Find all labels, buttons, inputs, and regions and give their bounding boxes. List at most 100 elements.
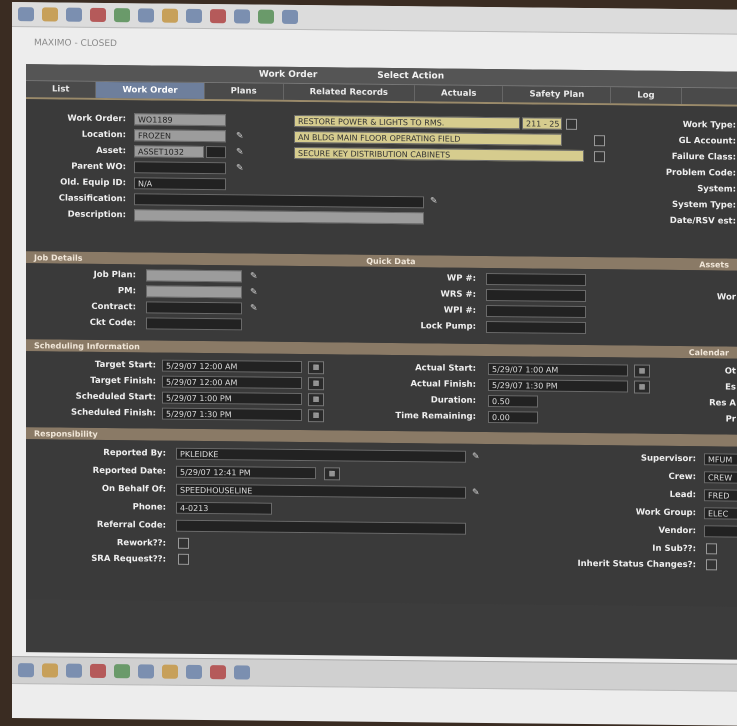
folder-icon[interactable] bbox=[42, 663, 58, 678]
crew-field[interactable]: CREW bbox=[704, 471, 737, 484]
wpi-field[interactable] bbox=[486, 304, 586, 319]
pencil-icon[interactable]: ✎ bbox=[250, 287, 258, 297]
tool-icon[interactable] bbox=[114, 664, 130, 679]
referral-code-field[interactable] bbox=[176, 519, 466, 535]
window-icon[interactable] bbox=[138, 8, 154, 23]
description-checkbox[interactable] bbox=[594, 151, 605, 163]
calendar-icon[interactable]: ▦ bbox=[308, 361, 324, 375]
reported-date-field[interactable]: 5/29/07 12:41 PM bbox=[176, 465, 316, 480]
alert-icon[interactable] bbox=[210, 665, 226, 680]
job-plan-field[interactable] bbox=[146, 269, 242, 283]
target-start-label: Target Start: bbox=[94, 359, 156, 371]
wp-field[interactable] bbox=[486, 272, 586, 287]
pencil-icon[interactable]: ✎ bbox=[430, 196, 438, 206]
volume-icon[interactable] bbox=[258, 9, 274, 24]
tab-log[interactable]: Log bbox=[611, 87, 682, 105]
tab-list[interactable]: List bbox=[26, 81, 97, 98]
target-start-field[interactable]: 5/29/07 12:00 AM bbox=[162, 359, 302, 374]
location-label: Location: bbox=[81, 129, 126, 141]
pencil-icon[interactable]: ✎ bbox=[236, 131, 244, 141]
browser-icon[interactable] bbox=[66, 7, 82, 22]
actual-finish-field[interactable]: 5/29/07 1:30 PM bbox=[488, 378, 628, 393]
mail-icon[interactable] bbox=[90, 663, 106, 678]
description-checkbox[interactable] bbox=[566, 118, 577, 130]
time-remaining-field[interactable]: 0.00 bbox=[488, 410, 538, 424]
tool-icon[interactable] bbox=[114, 8, 130, 23]
menu-work-order[interactable]: Work Order bbox=[259, 70, 317, 81]
parent-wo-field[interactable] bbox=[134, 161, 226, 175]
pencil-icon[interactable]: ✎ bbox=[472, 452, 480, 462]
settings-icon[interactable] bbox=[162, 664, 178, 679]
calendar-icon[interactable]: ▦ bbox=[308, 377, 324, 391]
tab-related-records[interactable]: Related Records bbox=[283, 83, 415, 102]
lock-pump-field[interactable] bbox=[486, 320, 586, 335]
description-line-1[interactable]: RESTORE POWER & LIGHTS TO RMS. bbox=[294, 114, 520, 130]
tab-work-order[interactable]: Work Order bbox=[96, 81, 205, 100]
work-group-field[interactable]: ELEC bbox=[704, 507, 737, 520]
wrs-field[interactable] bbox=[486, 288, 586, 303]
sra-request-checkbox[interactable] bbox=[178, 553, 189, 565]
pencil-icon[interactable]: ✎ bbox=[250, 271, 258, 281]
work-order-field[interactable]: WO1189 bbox=[134, 113, 226, 127]
description-line-1-extra[interactable]: 211 - 25 bbox=[522, 117, 562, 130]
mail-icon[interactable] bbox=[90, 7, 106, 22]
pm-field[interactable] bbox=[146, 285, 242, 299]
ckt-code-field[interactable] bbox=[146, 317, 242, 331]
lead-field[interactable]: FRED bbox=[704, 489, 737, 502]
pencil-icon[interactable]: ✎ bbox=[236, 163, 244, 173]
reported-by-field[interactable]: PKLEIDKE bbox=[176, 447, 466, 463]
location-field[interactable]: FROZEN bbox=[134, 129, 226, 143]
calendar-icon[interactable]: ▦ bbox=[308, 409, 324, 423]
network-icon[interactable] bbox=[186, 664, 202, 679]
display-icon[interactable] bbox=[234, 665, 250, 680]
settings-icon[interactable] bbox=[162, 8, 178, 23]
browser-icon[interactable] bbox=[66, 663, 82, 678]
asset-lookup-field[interactable] bbox=[206, 146, 226, 159]
actual-start-field[interactable]: 5/29/07 1:00 AM bbox=[488, 362, 628, 377]
duration-field[interactable]: 0.50 bbox=[488, 394, 538, 408]
folder-icon[interactable] bbox=[42, 7, 58, 22]
supervisor-field[interactable]: MFUM bbox=[704, 453, 737, 466]
scheduled-finish-field[interactable]: 5/29/07 1:30 PM bbox=[162, 407, 302, 422]
start-icon[interactable] bbox=[18, 663, 34, 678]
rework-checkbox[interactable] bbox=[178, 537, 189, 549]
target-finish-field[interactable]: 5/29/07 12:00 AM bbox=[162, 375, 302, 390]
tab-plans[interactable]: Plans bbox=[204, 83, 284, 100]
pencil-icon[interactable]: ✎ bbox=[472, 488, 480, 498]
select-action-menu[interactable]: Select Action bbox=[377, 71, 444, 82]
contract-field[interactable] bbox=[146, 301, 242, 315]
display-icon[interactable] bbox=[234, 9, 250, 24]
alert-icon[interactable] bbox=[210, 9, 226, 24]
in-sub-checkbox[interactable] bbox=[706, 543, 717, 555]
equip-id-field[interactable]: N/A bbox=[134, 177, 226, 191]
clock-icon[interactable] bbox=[282, 9, 298, 24]
time-remaining-label: Time Remaining: bbox=[395, 411, 476, 422]
pencil-icon[interactable]: ✎ bbox=[236, 147, 244, 157]
network-icon[interactable] bbox=[186, 8, 202, 23]
on-behalf-of-field[interactable]: SPEEDHOUSELINE bbox=[176, 483, 466, 499]
description-checkbox[interactable] bbox=[594, 135, 605, 147]
phone-field[interactable]: 4-0213 bbox=[176, 501, 272, 515]
description-line-3[interactable]: SECURE KEY DISTRIBUTION CABINETS bbox=[294, 146, 584, 162]
truncated-label: Res A bbox=[709, 398, 736, 409]
scheduled-start-label: Scheduled Start: bbox=[75, 391, 156, 403]
actual-finish-label: Actual Finish: bbox=[410, 379, 476, 390]
calendar-icon[interactable]: ▦ bbox=[634, 380, 650, 394]
tab-safety-plan[interactable]: Safety Plan bbox=[503, 86, 612, 104]
asset-field[interactable]: ASSET1032 bbox=[134, 145, 204, 159]
calendar-icon[interactable]: ▦ bbox=[324, 467, 340, 481]
scheduled-start-field[interactable]: 5/29/07 1:00 PM bbox=[162, 391, 302, 406]
supervisor-label: Supervisor: bbox=[640, 453, 696, 465]
inherit-status-checkbox[interactable] bbox=[706, 559, 717, 571]
classification-field[interactable] bbox=[134, 193, 424, 209]
vendor-field[interactable] bbox=[704, 525, 737, 538]
long-description-field[interactable] bbox=[134, 209, 424, 225]
description-line-2[interactable]: AN BLDG MAIN FLOOR OPERATING FIELD bbox=[294, 130, 562, 146]
calendar-icon[interactable]: ▦ bbox=[634, 364, 650, 378]
tab-actuals[interactable]: Actuals bbox=[415, 85, 504, 103]
calendar-icon[interactable]: ▦ bbox=[308, 393, 324, 407]
window-icon[interactable] bbox=[138, 664, 154, 679]
vendor-label: Vendor: bbox=[658, 525, 696, 537]
app-icon[interactable] bbox=[18, 7, 34, 22]
pencil-icon[interactable]: ✎ bbox=[250, 303, 258, 313]
